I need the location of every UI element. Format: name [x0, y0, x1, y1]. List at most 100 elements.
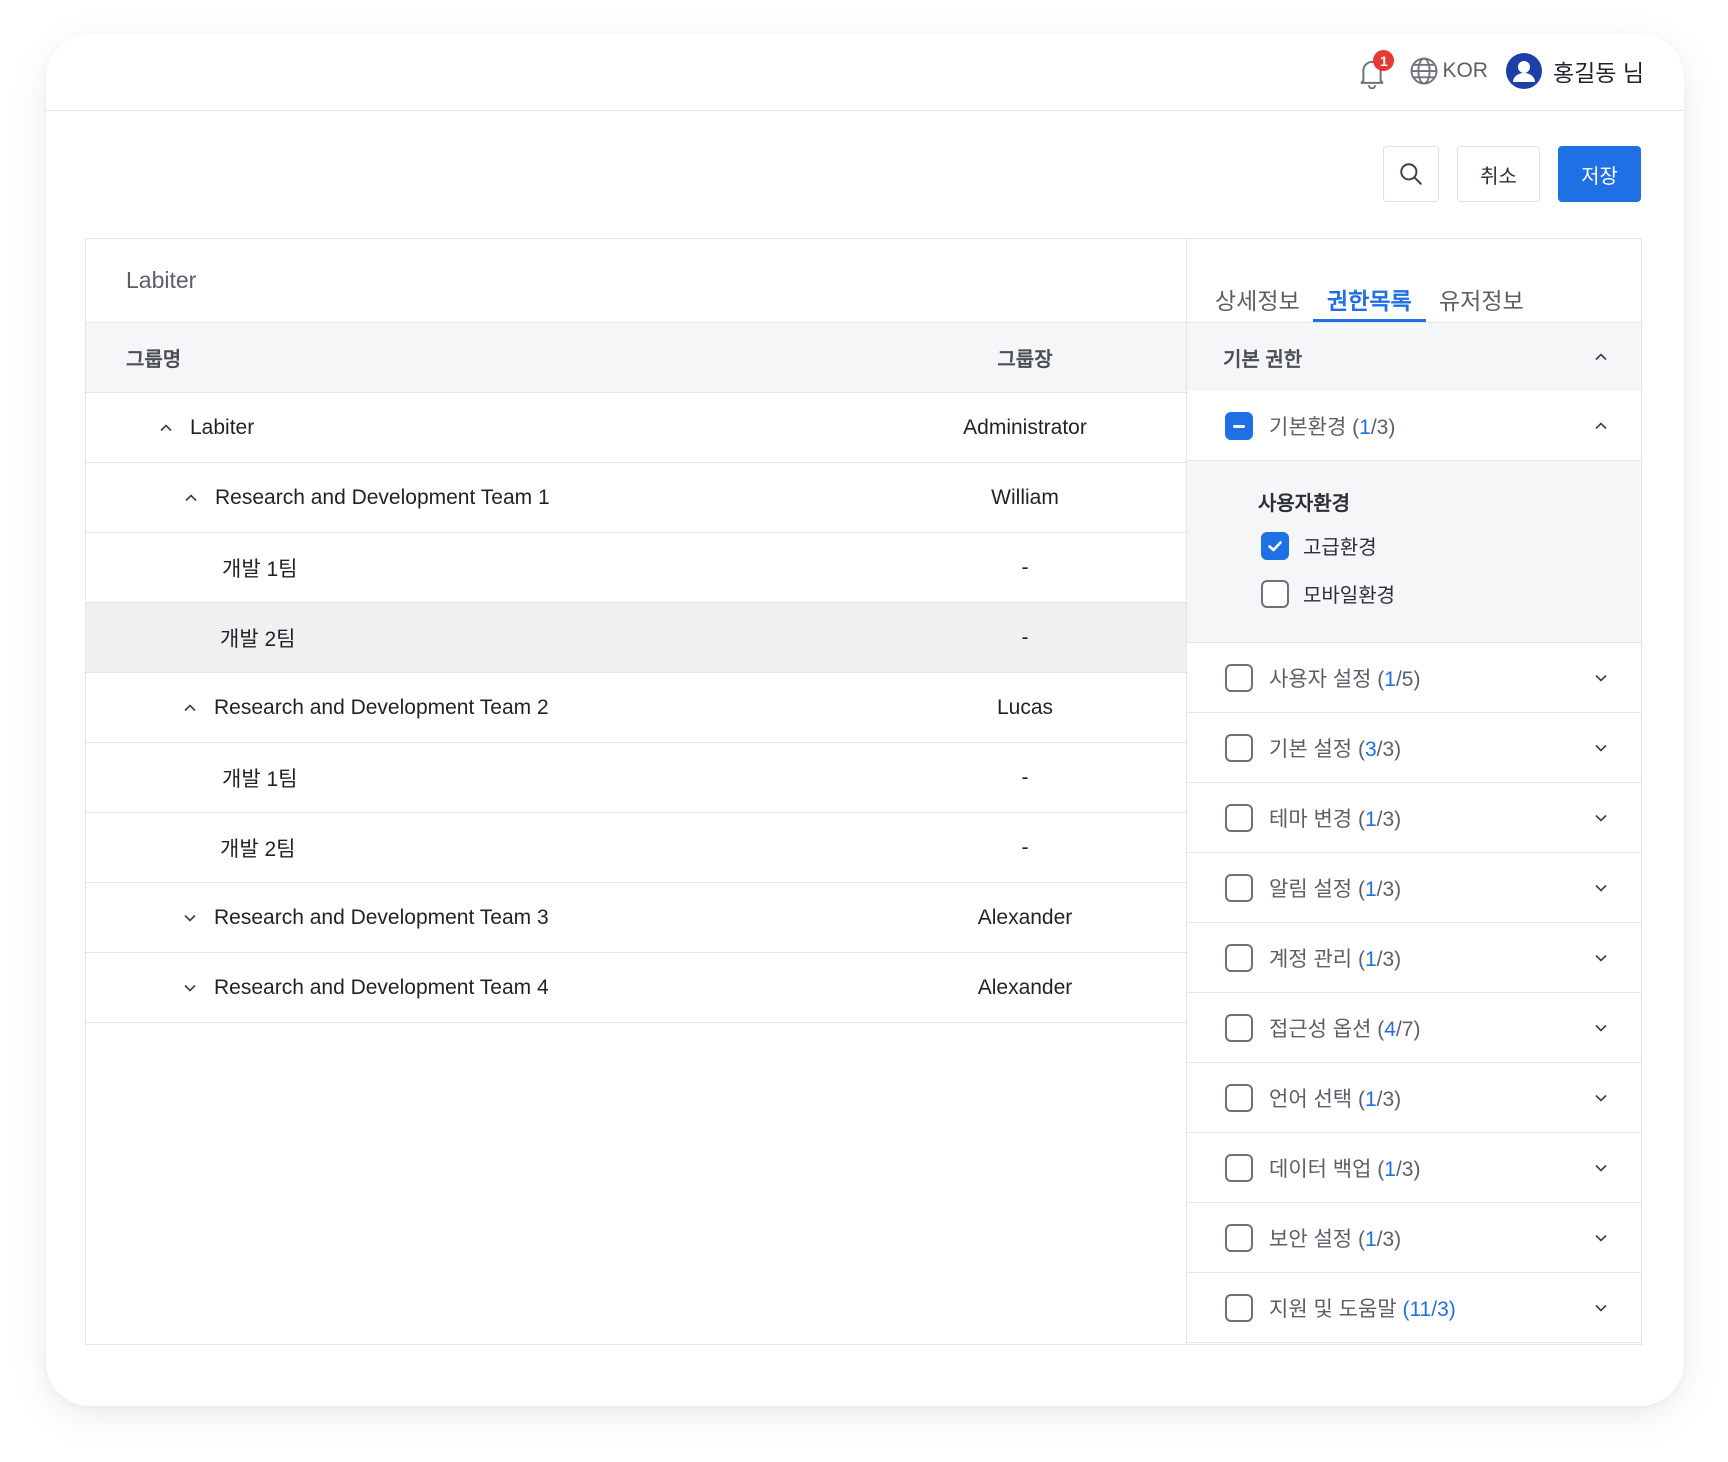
checkbox[interactable]: [1225, 663, 1253, 692]
chevron-up-icon[interactable]: [183, 490, 199, 506]
permission-name: 보안 설정: [1269, 1227, 1353, 1251]
chevron-down-icon[interactable]: [1593, 1230, 1609, 1246]
sub-permission-label: 모바일환경: [1303, 585, 1395, 607]
user-name: 홍길동 님: [1552, 60, 1644, 86]
count-total: /3): [1376, 947, 1402, 971]
chevron-down-icon[interactable]: [1593, 810, 1609, 826]
user-icon: [1505, 53, 1542, 89]
checkbox[interactable]: [1225, 873, 1253, 902]
permissions-panel: 상세정보 권한목록 유저정보 기본 권한 기본환경 (1/3) 사용자환경 고급…: [1187, 239, 1641, 1344]
table-row[interactable]: Research and Development Team 4 Alexande…: [86, 953, 1186, 1023]
chevron-down-icon[interactable]: [1593, 880, 1609, 896]
group-lead: -: [1021, 625, 1029, 649]
tab-permissions[interactable]: 권한목록: [1313, 272, 1426, 322]
chevron-down-icon[interactable]: [1593, 950, 1609, 966]
chevron-down-icon[interactable]: [1593, 1020, 1609, 1036]
search-button[interactable]: [1383, 146, 1439, 202]
table-row[interactable]: Research and Development Team 3 Alexande…: [86, 883, 1186, 953]
tab-user-info[interactable]: 유저정보: [1425, 272, 1538, 322]
permission-group[interactable]: 접근성 옵션 (4/7): [1187, 993, 1641, 1063]
group-lead: William: [991, 485, 1059, 509]
count-selected: 1: [1364, 1087, 1377, 1111]
permission-group[interactable]: 사용자 설정 (1/5): [1187, 643, 1641, 713]
permission-label: 언어 선택 (1/3): [1269, 1083, 1401, 1113]
checkbox-checked[interactable]: [1261, 531, 1289, 560]
permission-group[interactable]: 테마 변경 (1/3): [1187, 783, 1641, 853]
chevron-up-icon[interactable]: [1593, 349, 1609, 365]
checkbox[interactable]: [1225, 803, 1253, 832]
chevron-down-icon[interactable]: [182, 980, 198, 996]
group-lead: Lucas: [996, 695, 1054, 719]
cancel-button[interactable]: 취소: [1457, 146, 1540, 202]
section-title: 기본 권한: [1223, 348, 1303, 371]
permission-label: 기본 설정 (3/3): [1269, 733, 1401, 763]
search-icon: [1400, 163, 1422, 185]
chevron-down-icon[interactable]: [1593, 1090, 1609, 1106]
indeterminate-checkbox[interactable]: [1225, 411, 1253, 440]
permission-group[interactable]: 보안 설정 (1/3): [1187, 1203, 1641, 1273]
globe-icon: [1411, 57, 1438, 85]
permission-group[interactable]: 계정 관리 (1/3): [1187, 923, 1641, 993]
count-selected: 4: [1384, 1017, 1396, 1041]
table-header: 그룹명 그룹장: [86, 323, 1186, 393]
chevron-up-icon[interactable]: [182, 700, 198, 716]
checkbox[interactable]: [1225, 1293, 1253, 1322]
group-name: Research and Development Team 1: [215, 485, 550, 509]
table-row[interactable]: Labiter Administrator: [86, 393, 1186, 463]
permission-label: 데이터 백업 (1/3): [1269, 1153, 1420, 1183]
section-header[interactable]: 기본 권한: [1187, 323, 1641, 391]
top-bar-actions: 1 KOR 홍길동 님: [1357, 50, 1644, 90]
count-selected: 1: [1384, 667, 1396, 691]
checkbox[interactable]: [1225, 733, 1253, 762]
group-lead: -: [1021, 765, 1029, 789]
count-selected: 3: [1364, 737, 1377, 761]
count-selected: 1: [1364, 947, 1377, 971]
sub-permission-item[interactable]: 고급환경: [1261, 531, 1377, 560]
permission-count: (4/7): [1377, 1017, 1421, 1041]
language-selector[interactable]: KOR: [1409, 56, 1488, 86]
table-row[interactable]: 개발 1팀 -: [86, 743, 1186, 813]
group-name: Labiter: [190, 415, 255, 439]
notification-button[interactable]: 1: [1357, 50, 1395, 90]
tab-details[interactable]: 상세정보: [1201, 272, 1314, 322]
permission-name: 데이터 백업: [1269, 1157, 1372, 1181]
permission-group[interactable]: 언어 선택 (1/3): [1187, 1063, 1641, 1133]
permission-group[interactable]: 알림 설정 (1/3): [1187, 853, 1641, 923]
permission-group[interactable]: 지원 및 도움말 (11/3): [1187, 1273, 1641, 1343]
chevron-down-icon[interactable]: [1593, 740, 1609, 756]
permission-label: 기본환경 (1/3): [1269, 411, 1395, 441]
table-row[interactable]: 개발 2팀 -: [86, 603, 1186, 673]
count-total: /3): [1376, 807, 1402, 831]
chevron-up-icon[interactable]: [1593, 418, 1609, 434]
table-row[interactable]: 개발 2팀 -: [86, 813, 1186, 883]
checkbox[interactable]: [1261, 579, 1289, 608]
chevron-down-icon[interactable]: [1593, 1160, 1609, 1176]
table-row[interactable]: Research and Development Team 2 Lucas: [86, 673, 1186, 743]
group-lead: -: [1021, 835, 1029, 859]
permission-group[interactable]: 데이터 백업 (1/3): [1187, 1133, 1641, 1203]
count-total: /3): [1376, 877, 1402, 901]
permission-name: 기본 설정: [1269, 737, 1353, 761]
count-total: /5): [1395, 667, 1421, 691]
sub-permission-item[interactable]: 모바일환경: [1261, 579, 1395, 608]
chevron-down-icon[interactable]: [182, 910, 198, 926]
permission-group-expanded[interactable]: 기본환경 (1/3): [1187, 391, 1641, 461]
user-menu[interactable]: 홍길동 님: [1505, 53, 1644, 89]
permission-group[interactable]: 기본 설정 (3/3): [1187, 713, 1641, 783]
check-icon: [1268, 540, 1282, 551]
table-row[interactable]: Research and Development Team 1 William: [86, 463, 1186, 533]
checkbox[interactable]: [1225, 1153, 1253, 1182]
checkbox[interactable]: [1225, 943, 1253, 972]
chevron-down-icon[interactable]: [1593, 670, 1609, 686]
chevron-up-icon[interactable]: [158, 420, 174, 436]
save-button[interactable]: 저장: [1558, 146, 1641, 202]
permission-label: 지원 및 도움말 (11/3): [1269, 1293, 1456, 1323]
checkbox[interactable]: [1225, 1013, 1253, 1042]
checkbox[interactable]: [1225, 1083, 1253, 1112]
checkbox[interactable]: [1225, 1223, 1253, 1252]
table-row[interactable]: 개발 1팀 -: [86, 533, 1186, 603]
notification-badge: 1: [1373, 50, 1395, 71]
permission-name: 기본환경: [1269, 415, 1347, 439]
chevron-down-icon[interactable]: [1593, 1300, 1609, 1316]
permission-name: 접근성 옵션: [1269, 1017, 1372, 1041]
